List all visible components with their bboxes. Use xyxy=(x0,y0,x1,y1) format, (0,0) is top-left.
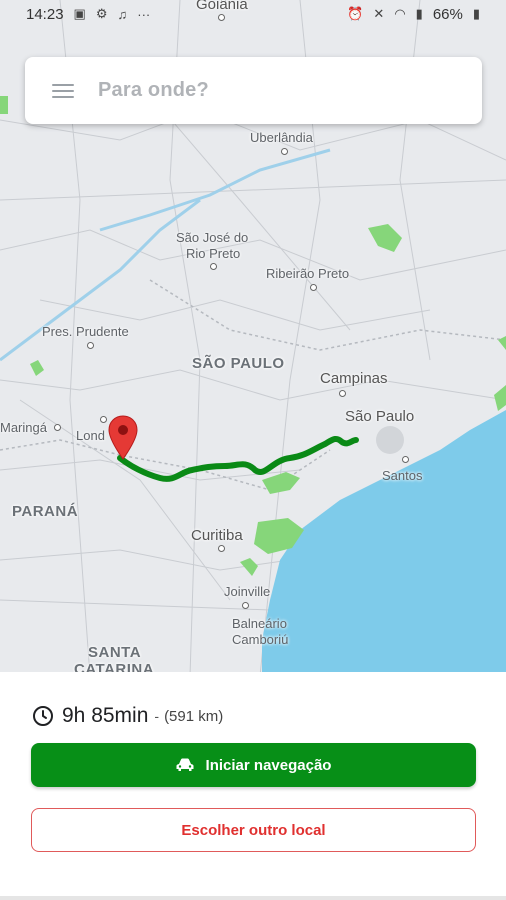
place-uberlandia: Uberlândia xyxy=(250,130,313,145)
city-dot xyxy=(281,148,288,155)
route-duration: 9h 85min xyxy=(62,704,149,727)
battery-level: 66% xyxy=(432,5,463,23)
car-icon xyxy=(176,758,194,771)
place-santa-catarina-line1: SANTA xyxy=(88,644,142,661)
map-marker-icon[interactable] xyxy=(108,415,138,466)
city-dot xyxy=(54,424,61,431)
route-distance: (591 km) xyxy=(164,707,224,725)
image-notification-icon: ▣ xyxy=(73,6,86,21)
place-maringa: Maringá xyxy=(0,420,47,435)
city-dot xyxy=(210,263,217,270)
place-ribeirao-preto: Ribeirão Preto xyxy=(266,266,350,281)
city-dot xyxy=(310,284,317,291)
city-dot xyxy=(242,602,249,609)
place-sjrp-line2: Rio Preto xyxy=(186,246,241,261)
signal-icon: ▮ xyxy=(415,6,423,21)
place-balneario-line2: Camboriú xyxy=(232,632,289,647)
battery-icon: ▮ xyxy=(472,6,480,21)
place-pres-prudente: Pres. Prudente xyxy=(42,324,129,339)
city-dot xyxy=(218,545,225,552)
place-balneario-line1: Balneário xyxy=(232,616,287,631)
route-summary: 9h 85min - (591 km) xyxy=(32,704,223,728)
place-sjrp-line1: São José do xyxy=(176,230,249,245)
place-parana: PARANÁ xyxy=(12,503,79,520)
start-navigation-label: Iniciar navegação xyxy=(205,756,332,774)
city-dot xyxy=(87,342,94,349)
mute-icon: ✕ xyxy=(373,6,385,21)
city-dot xyxy=(402,456,409,463)
city-dot xyxy=(100,416,107,423)
choose-other-location-button[interactable]: Escolher outro local xyxy=(31,808,476,852)
bottom-edge xyxy=(0,896,506,900)
place-londrina: Lond xyxy=(76,428,105,443)
place-campinas: Campinas xyxy=(320,370,388,387)
start-navigation-button[interactable]: Iniciar navegação xyxy=(31,743,476,787)
alarm-icon: ⏰ xyxy=(347,6,364,21)
search-input[interactable]: Para onde? xyxy=(98,79,209,102)
place-joinville: Joinville xyxy=(224,584,271,599)
place-santos: Santos xyxy=(382,468,423,483)
choose-other-location-label: Escolher outro local xyxy=(181,821,326,839)
place-sao-paulo-state: SÃO PAULO xyxy=(192,355,285,372)
search-bar[interactable]: Para onde? xyxy=(25,57,482,124)
place-sao-paulo-city: São Paulo xyxy=(345,408,415,425)
more-notifications-icon: ··· xyxy=(137,6,151,22)
clock-icon xyxy=(33,706,53,726)
menu-icon[interactable] xyxy=(52,83,74,98)
route-bottom-sheet: 9h 85min - (591 km) Iniciar navegação Es… xyxy=(0,672,506,900)
status-bar: 14:23 ▣ ⚙ ♫ ··· ⏰ ✕ ◠ ▮ 66% ▮ xyxy=(0,0,506,28)
app-notification-icon: ♫ xyxy=(117,6,128,22)
city-dot xyxy=(339,390,346,397)
settings-notification-icon: ⚙ xyxy=(95,6,108,21)
place-curitiba: Curitiba xyxy=(191,527,243,544)
wifi-icon: ◠ xyxy=(394,6,406,21)
route-separator: - xyxy=(154,708,160,724)
status-time: 14:23 xyxy=(26,5,64,23)
